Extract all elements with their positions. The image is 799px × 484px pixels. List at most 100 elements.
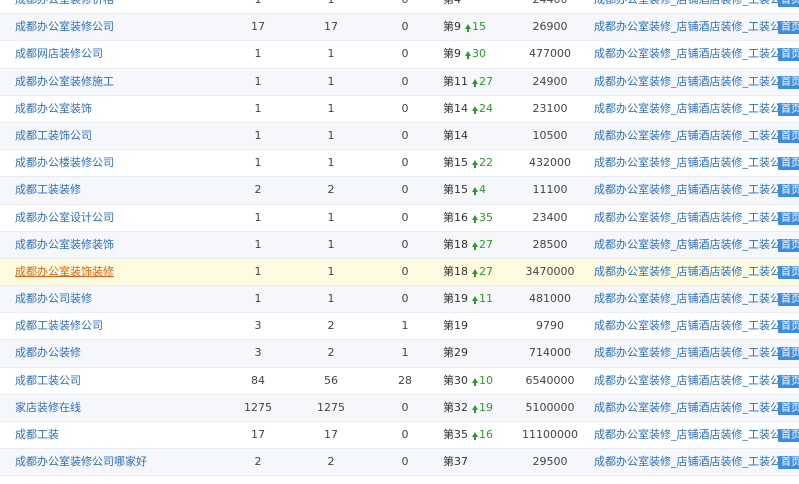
homepage-badge: 首页 [778, 129, 799, 143]
count-c1: 84 [251, 373, 265, 387]
arrow-up-icon [472, 187, 478, 196]
count-c2: 2 [327, 183, 335, 197]
index-value: 5100000 [525, 400, 575, 414]
keyword-link[interactable]: 成都办公室装饰装修 [15, 259, 114, 285]
keyword-link[interactable]: 成都办公司装修 [15, 286, 92, 312]
count-c1: 1 [254, 156, 262, 170]
index-value: 23400 [532, 210, 568, 224]
rank-cell: 第19 11 [443, 286, 493, 312]
page-title-link[interactable]: 成都办公室装修_店铺酒店装修_工装公司【在 [594, 41, 799, 67]
keyword-link[interactable]: 成都办公室装修价格 [15, 0, 114, 13]
keyword-link[interactable]: 成都办公装修 [15, 340, 81, 366]
index-value: 477000 [529, 47, 571, 61]
page-title-link[interactable]: 成都办公室装修_店铺酒店装修_工装公司【在 [594, 0, 799, 13]
rank-cell: 第29 [443, 340, 468, 366]
homepage-badge: 首页 [778, 429, 799, 442]
count-c1: 17 [251, 428, 265, 441]
count-c2: 2 [327, 346, 335, 360]
keyword-link[interactable]: 成都工装公司 [15, 368, 81, 394]
arrow-up-icon [472, 268, 478, 277]
arrow-up-icon [465, 51, 471, 60]
keyword-link[interactable]: 成都办公室设计公司 [15, 205, 114, 231]
keyword-link[interactable]: 成都工装 [15, 422, 59, 448]
count-c1: 1 [254, 47, 262, 61]
keyword-link[interactable]: 成都工装装修 [15, 177, 81, 203]
count-c1: 1275 [244, 400, 272, 414]
table-row: 成都网店装修公司 1 1 0 第9 30 477000 成都办公室装修_店铺酒店装修_工装公司… [0, 41, 799, 69]
rank-cell: 第32 19 [443, 395, 493, 421]
keyword-link[interactable]: 成都办公楼装修公司 [15, 150, 114, 176]
keyword-link[interactable]: 成都办公室装修公司 [15, 14, 114, 40]
keyword-link[interactable]: 家店装修在线 [15, 395, 81, 421]
page-title-link[interactable]: 成都办公室装修_店铺酒店装修_工装公司【在 [594, 313, 799, 339]
count-c1: 1 [254, 237, 262, 251]
homepage-badge: 首页 [778, 0, 799, 7]
page-title-link[interactable]: 成都办公室装修_店铺酒店装修_工装公司【在 [594, 232, 799, 258]
page-title-link[interactable]: 成都办公室装修_店铺酒店装修_工装公司【在 [594, 286, 799, 312]
rank-cell: 第9 15 [443, 14, 486, 40]
count-c3: 0 [401, 74, 409, 88]
rank-value: 第15 [443, 156, 468, 170]
arrow-up-icon [472, 404, 478, 413]
page-title-link[interactable]: 成都办公室装修_店铺酒店装修_工装公司【在 [594, 259, 799, 285]
index-value: 9790 [536, 319, 564, 333]
homepage-badge: 首页 [778, 48, 799, 62]
count-c2: 1 [327, 156, 335, 170]
index-value: 432000 [529, 156, 571, 170]
keyword-link[interactable]: 成都工装饰公司 [15, 123, 92, 149]
rank-change-value: 11 [479, 292, 493, 306]
page-title-link[interactable]: 成都办公室装修_店铺酒店装修_工装公司【在 [594, 368, 799, 394]
page-title-link[interactable]: 成都办公室装修_店铺酒店装修_工装公司【在 [594, 177, 799, 203]
page-title-link[interactable]: 成都办公室装修_店铺酒店装修_工装公司【在 [594, 395, 799, 421]
rank-change: 27 [472, 265, 493, 278]
rank-cell: 第11 27 [443, 69, 493, 95]
arrow-up-icon [472, 241, 478, 250]
index-value: 11100 [532, 183, 568, 197]
rank-cell: 第16 35 [443, 205, 493, 231]
keyword-link[interactable]: 成都网店装修公司 [15, 41, 103, 67]
keyword-link[interactable]: 成都办公室装修施工 [15, 69, 114, 95]
page-title-link[interactable]: 成都办公室装修_店铺酒店装修_工装公司【在 [594, 96, 799, 122]
page-title-link[interactable]: 成都办公室装修_店铺酒店装修_工装公司【在 [594, 123, 799, 149]
rank-change-value: 27 [479, 264, 493, 278]
rank-cell: 第18 27 [443, 232, 493, 258]
rank-change: 10 [472, 374, 493, 387]
homepage-badge: 首页 [778, 211, 799, 225]
count-c2: 1275 [317, 400, 345, 414]
keyword-ranking-table: 成都办公室装修价格110第424400成都办公室装修_店铺酒店装修_工装公司【在… [0, 0, 799, 477]
count-c2: 1 [327, 210, 335, 224]
count-c3: 0 [401, 183, 409, 197]
rank-change: 4 [472, 183, 486, 196]
table-row: 成都工装饰公司 1 1 0 第14 10500 成都办公室装修_店铺酒店装修_工装公司【在首… [0, 122, 799, 151]
arrow-up-icon [472, 432, 478, 440]
page-title-link[interactable]: 成都办公室装修_店铺酒店装修_工装公司【在 [594, 150, 799, 176]
page-title-link[interactable]: 成都办公室装修_店铺酒店装修_工装公司【在 [594, 422, 799, 448]
homepage-badge: 首页 [778, 401, 799, 415]
rank-change: 22 [472, 156, 493, 169]
table-row: 成都工装装修公司 3 2 1 第19 9790 成都办公室装修_店铺酒店装修_工装公司【在首… [0, 313, 799, 341]
count-c3: 0 [401, 292, 409, 306]
count-c2: 17 [324, 428, 338, 441]
keyword-link[interactable]: 成都工装装修公司 [15, 313, 103, 339]
rank-change-value: 30 [472, 47, 486, 61]
keyword-link[interactable]: 成都办公室装修装饰 [15, 232, 114, 258]
rank-value: 第4 [443, 0, 461, 6]
page-title-link[interactable]: 成都办公室装修_店铺酒店装修_工装公司【在 [594, 340, 799, 366]
keyword-link[interactable]: 成都办公室装修公司哪家好 [15, 449, 147, 475]
page-title-link[interactable]: 成都办公室装修_店铺酒店装修_工装公司【在 [594, 69, 799, 95]
rank-value: 第29 [443, 346, 468, 360]
page-title-link[interactable]: 成都办公室装修_店铺酒店装修_工装公司【在 [594, 205, 799, 231]
page-title-link[interactable]: 成都办公室装修_店铺酒店装修_工装公司【在 [594, 14, 799, 40]
table-row: 成都办公室装修公司 17 17 0 第9 15 26900 成都办公室装修_店铺酒店装修_工装… [0, 14, 799, 42]
arrow-up-icon [472, 105, 478, 114]
page-title-link[interactable]: 成都办公室装修_店铺酒店装修_工装公司【在 [594, 449, 799, 475]
arrow-up-icon [472, 377, 478, 386]
keyword-link[interactable]: 成都办公室装饰 [15, 96, 92, 122]
table-row: 成都办公装修 3 2 1 第29 714000 成都办公室装修_店铺酒店装修_工装公司【在首… [0, 340, 799, 368]
count-c3: 0 [401, 400, 409, 414]
count-c1: 2 [254, 455, 262, 469]
rank-change: 27 [472, 75, 493, 88]
index-value: 24900 [532, 74, 568, 88]
table-row: 家店装修在线 1275 1275 0 第32 19 5100000 成都办公室装修_店铺酒店装… [0, 394, 799, 422]
count-c1: 1 [254, 292, 262, 306]
